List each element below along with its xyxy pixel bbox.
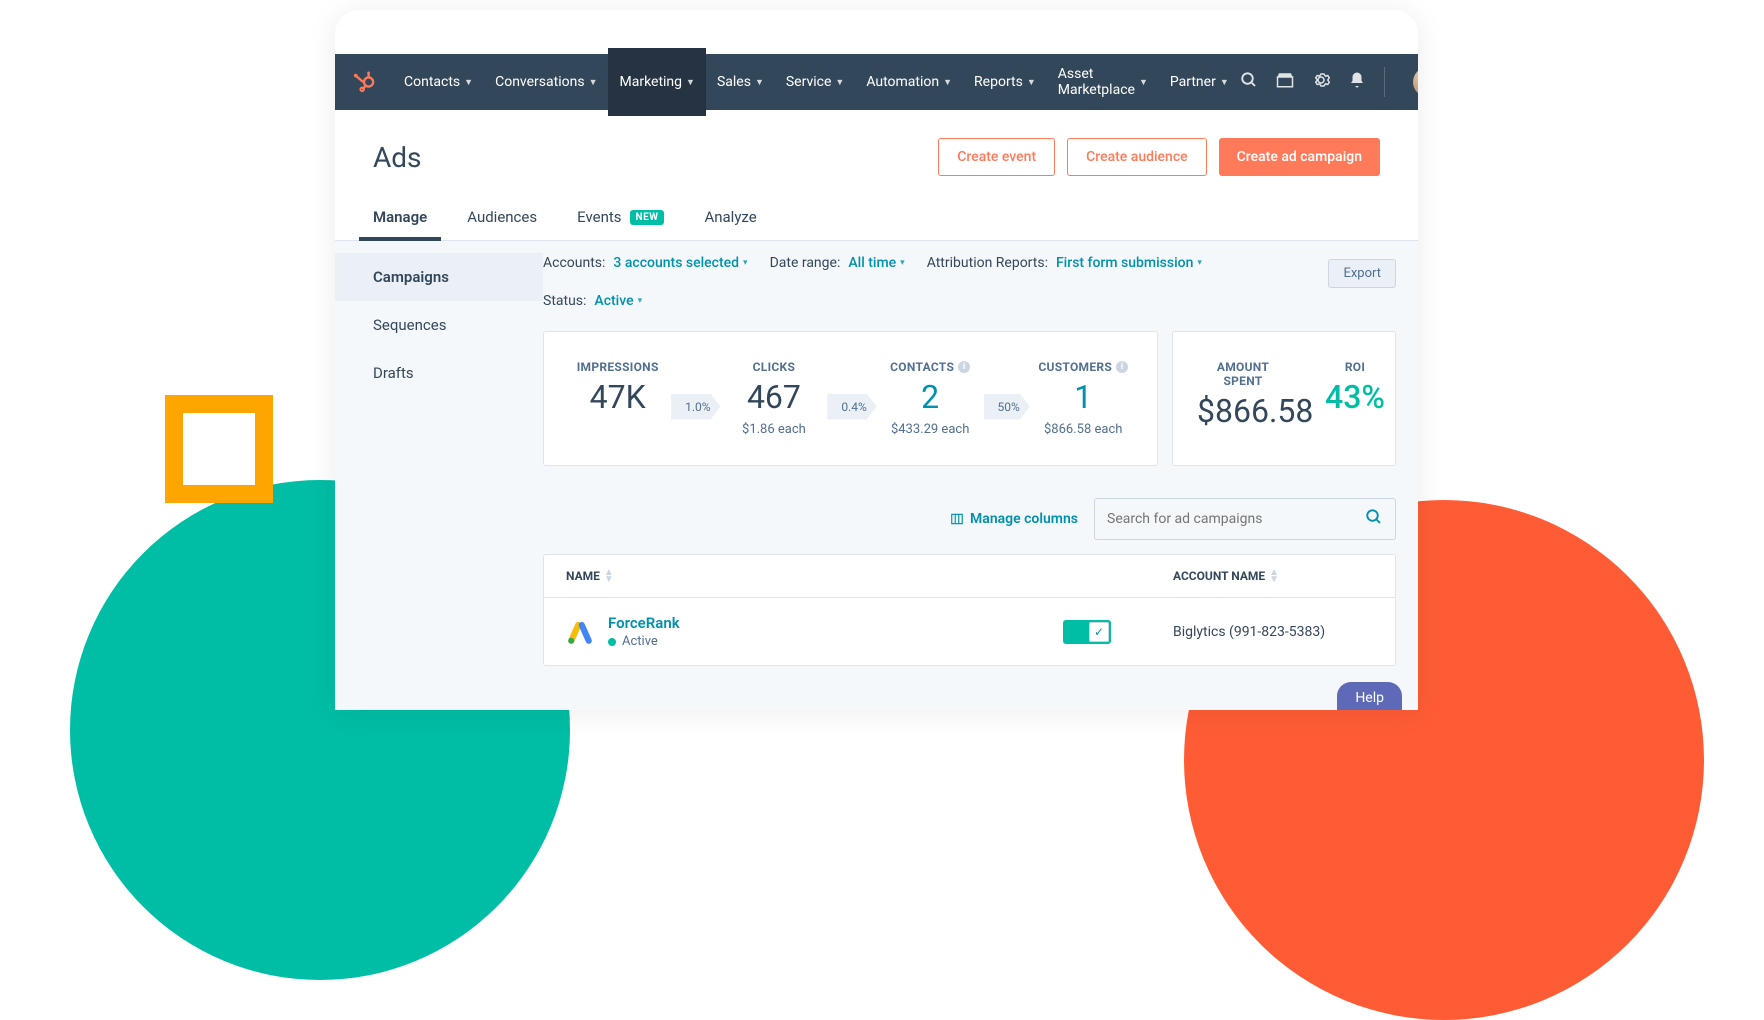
chevron-down-icon: ▼ [464,77,473,88]
status-filter[interactable]: Active▾ [594,293,642,309]
chevron-down-icon: ▼ [1027,77,1036,88]
export-button[interactable]: Export [1328,259,1396,288]
spend-card: AMOUNT SPENT $866.58 ROI 43% [1172,331,1396,466]
nav-contacts[interactable]: Contacts▼ [393,48,484,116]
nav-items: Contacts▼ Conversations▼ Marketing▼ Sale… [393,48,1240,116]
chevron-down-icon: ▼ [1220,77,1229,88]
account-menu[interactable]: ▼ [1384,67,1418,97]
chevron-down-icon: ▼ [755,77,764,88]
column-name[interactable]: NAME▲▼ [566,569,1063,583]
funnel-card: IMPRESSIONS 47K 1.0% CLICKS 467 $1.86 ea… [543,331,1158,466]
metric-amount-spent: AMOUNT SPENT $866.58 [1197,360,1289,437]
gear-icon[interactable] [1312,71,1330,93]
nav-partner[interactable]: Partner▼ [1159,48,1240,116]
metric-clicks: CLICKS 467 $1.86 each [728,360,820,437]
caret-down-icon: ▾ [743,258,748,268]
help-button[interactable]: Help [1337,682,1402,710]
status-dot-icon [608,638,616,646]
check-icon: ✓ [1089,622,1109,642]
columns-icon [950,512,964,526]
tabs: Manage Audiences EventsNEW Analyze [335,198,1418,241]
conversion-arrow: 0.4% [827,394,876,420]
nav-reports[interactable]: Reports▼ [963,48,1047,116]
create-event-button[interactable]: Create event [938,138,1055,176]
accounts-label: Accounts: [543,255,605,271]
sidebar-item-drafts[interactable]: Drafts [335,349,543,397]
info-icon[interactable]: i [1116,361,1128,373]
info-icon[interactable]: i [958,361,970,373]
search-icon[interactable] [1240,71,1258,93]
nav-automation[interactable]: Automation▼ [855,48,963,116]
conversion-arrow: 1.0% [671,394,720,420]
sidebar-item-sequences[interactable]: Sequences [335,301,543,349]
metric-impressions: IMPRESSIONS 47K [572,360,664,416]
conversion-arrow: 50% [984,394,1030,420]
caret-down-icon: ▾ [900,258,905,268]
search-campaigns-input[interactable] [1094,498,1396,540]
tab-analyze[interactable]: Analyze [704,198,756,240]
search-icon[interactable] [1365,508,1383,530]
top-nav: Contacts▼ Conversations▼ Marketing▼ Sale… [335,54,1418,110]
chevron-down-icon: ▼ [943,77,952,88]
nav-service[interactable]: Service▼ [775,48,855,116]
sidebar: Campaigns Sequences Drafts [335,241,543,710]
manage-columns-button[interactable]: Manage columns [950,511,1078,527]
attribution-label: Attribution Reports: [927,255,1048,271]
tab-audiences[interactable]: Audiences [467,198,537,240]
chevron-down-icon: ▼ [835,77,844,88]
attribution-filter[interactable]: First form submission▾ [1056,255,1202,271]
marketplace-icon[interactable] [1276,71,1294,93]
chevron-down-icon: ▼ [686,77,695,88]
caret-down-icon: ▾ [638,296,643,306]
sort-icon: ▲▼ [604,569,614,583]
tab-manage[interactable]: Manage [373,198,427,240]
create-audience-button[interactable]: Create audience [1067,138,1207,176]
new-badge: NEW [630,210,665,225]
campaign-name[interactable]: ForceRank [608,614,680,632]
google-ads-icon [566,618,594,646]
nav-asset-marketplace[interactable]: Asset Marketplace▼ [1047,48,1159,116]
page-title: Ads [373,141,422,174]
metric-customers: CUSTOMERSi 1 $866.58 each [1037,360,1129,437]
daterange-filter[interactable]: All time▾ [848,255,904,271]
hubspot-logo-icon[interactable] [353,70,375,94]
metric-contacts: CONTACTSi 2 $433.29 each [884,360,976,437]
daterange-label: Date range: [770,255,841,271]
create-ad-campaign-button[interactable]: Create ad campaign [1219,138,1380,176]
table-row[interactable]: ForceRank Active ✓ Biglytics (991-823-53… [544,598,1395,665]
bell-icon[interactable] [1348,71,1366,93]
nav-marketing[interactable]: Marketing▼ [608,48,705,116]
app-window: Contacts▼ Conversations▼ Marketing▼ Sale… [335,10,1418,710]
caret-down-icon: ▾ [1197,258,1202,268]
metric-roi: ROI 43% [1309,360,1401,437]
sidebar-item-campaigns[interactable]: Campaigns [335,253,543,301]
sort-icon: ▲▼ [1269,569,1279,583]
column-account[interactable]: ACCOUNT NAME▲▼ [1173,569,1373,583]
search-input[interactable] [1107,511,1365,527]
filters: Accounts: 3 accounts selected▾ Date rang… [543,255,1396,309]
chevron-down-icon: ▼ [1139,77,1148,88]
accounts-filter[interactable]: 3 accounts selected▾ [613,255,747,271]
nav-conversations[interactable]: Conversations▼ [484,48,608,116]
campaign-status: Active [608,634,680,649]
nav-sales[interactable]: Sales▼ [706,48,775,116]
tab-events[interactable]: EventsNEW [577,198,664,240]
main-content: Accounts: 3 accounts selected▾ Date rang… [543,241,1418,710]
chevron-down-icon: ▼ [589,77,598,88]
campaigns-table: NAME▲▼ ACCOUNT NAME▲▼ ForceRank Active [543,554,1396,666]
page-header: Ads Create event Create audience Create … [335,110,1418,198]
status-label: Status: [543,293,586,309]
campaign-toggle[interactable]: ✓ [1063,620,1111,644]
avatar [1413,67,1418,97]
account-name: Biglytics (991-823-5383) [1173,624,1373,640]
